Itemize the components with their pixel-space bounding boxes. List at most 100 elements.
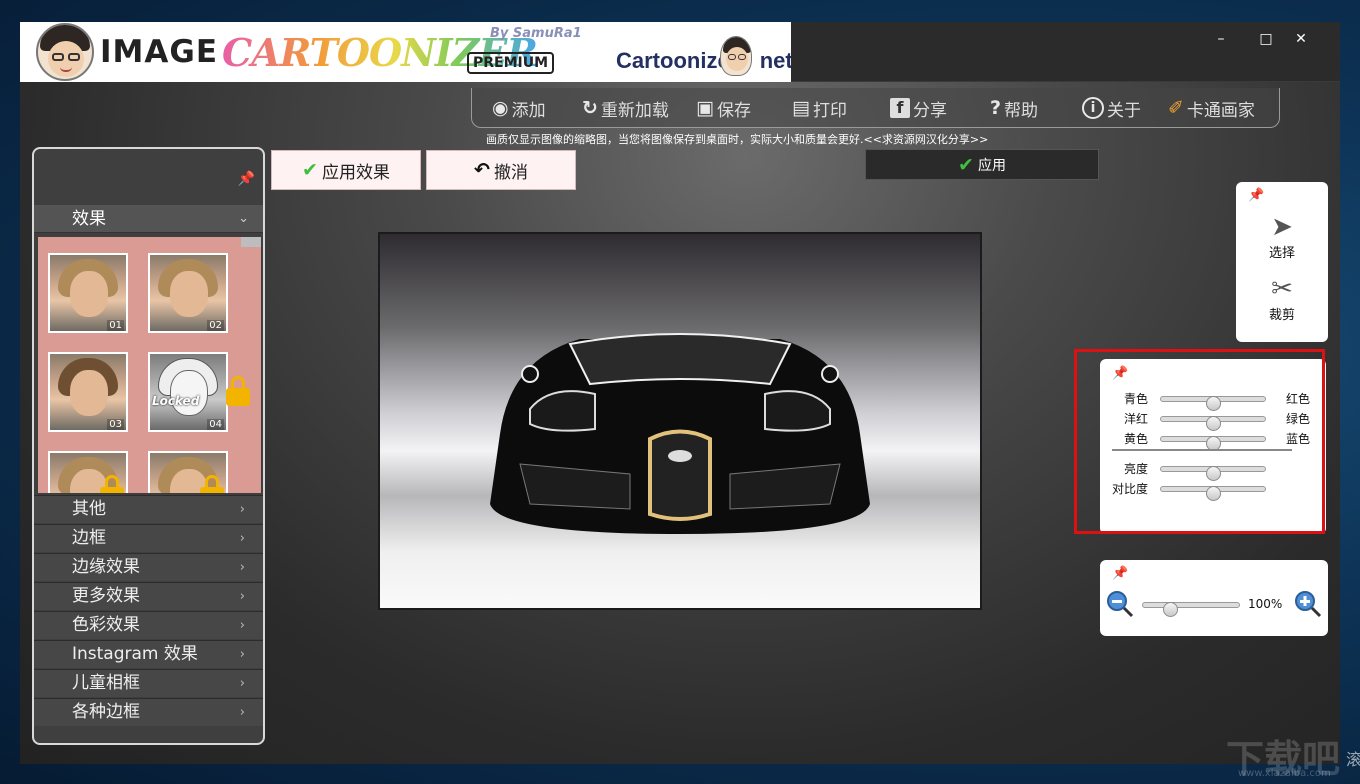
effects-category-header[interactable]: 效果 ⌄	[34, 205, 263, 233]
quality-hint-text: 画质仅显示图像的缩略图，当您将图像保存到桌面时，实际大小和质量会更好.<<求资源…	[486, 133, 989, 146]
logo-edition-badge: PREMIUM	[467, 52, 555, 74]
logo-word-image: IMAGE	[100, 34, 218, 70]
category-label: 儿童相框	[72, 673, 140, 693]
category-other[interactable]: 其他 ›	[34, 495, 263, 523]
apply-effect-button[interactable]: ✔ 应用效果	[271, 150, 421, 190]
desktop-edge-glyph: 滚	[1346, 750, 1360, 769]
zoom-panel: 📌 100%	[1100, 560, 1328, 636]
checkmark-icon: ✔	[958, 153, 974, 176]
apply-label: 应用	[977, 157, 1006, 174]
effect-thumbnail-grid: 01 02 03 Locked 04	[38, 237, 261, 493]
toolbar-about-button[interactable]: i 关于	[1082, 96, 1141, 121]
image-preview[interactable]	[378, 232, 982, 610]
logo-site-name: Cartoonize net	[616, 48, 791, 74]
site-watermark-url: www.xiazaiba.com	[1238, 768, 1331, 779]
cartoonized-car-image	[490, 333, 870, 534]
pin-icon[interactable]: 📌	[1112, 566, 1128, 581]
pin-icon[interactable]: 📌	[238, 171, 255, 187]
question-icon: ?	[990, 97, 1002, 119]
main-toolbar: ◉ 添加 ↻ 重新加载 ▣ 保存 ▤ 打印 f 分享 ? 帮助 i 关于 ✐ 卡	[471, 88, 1280, 128]
toolbar-reload-button[interactable]: ↻ 重新加载	[582, 96, 669, 121]
toolbar-print-button[interactable]: ▤ 打印	[792, 96, 847, 121]
category-label: 边框	[72, 528, 106, 548]
title-bar: IMAGE CARTOONIZER By SamuRa1 PREMIUM Car…	[20, 22, 1340, 82]
thumbnail-number: 02	[207, 320, 224, 331]
pin-icon[interactable]: 📌	[1248, 188, 1264, 203]
category-label: 更多效果	[72, 586, 140, 606]
category-edge-effects[interactable]: 边缘效果 ›	[34, 553, 263, 581]
printer-icon: ▤	[792, 97, 810, 119]
lock-icon	[226, 376, 250, 406]
chevron-right-icon: ›	[239, 647, 245, 662]
cartoon-avatar-left	[36, 23, 94, 81]
cartoon-avatar-right	[720, 36, 752, 76]
effect-thumbnail[interactable]: 02	[148, 253, 228, 333]
chevron-right-icon: ›	[239, 676, 245, 691]
category-color-effects[interactable]: 色彩效果 ›	[34, 611, 263, 639]
slider-knob[interactable]	[1163, 602, 1178, 617]
category-frame[interactable]: 边框 ›	[34, 524, 263, 552]
zoom-out-icon[interactable]	[1106, 590, 1134, 618]
crop-tool-label: 裁剪	[1268, 308, 1295, 323]
toolbar-add-label: 添加	[511, 100, 546, 121]
logo-byline: By SamuRa1	[490, 26, 582, 41]
app-window: IMAGE CARTOONIZER By SamuRa1 PREMIUM Car…	[20, 22, 1340, 764]
toolbar-help-label: 帮助	[1004, 100, 1039, 121]
toolbar-share-label: 分享	[913, 100, 947, 121]
category-label: 其他	[72, 499, 106, 519]
effect-thumbnail[interactable]: 03	[48, 352, 128, 432]
chevron-right-icon: ›	[239, 705, 245, 720]
lock-icon	[100, 475, 124, 493]
category-label: 各种边框	[72, 702, 140, 722]
crop-tool-button[interactable]: ✂ 裁剪	[1236, 274, 1328, 323]
chevron-right-icon: ›	[239, 589, 245, 604]
toolbar-help-button[interactable]: ? 帮助	[990, 96, 1039, 121]
crop-icon: ✂	[1271, 274, 1293, 304]
scrollbar-thumb[interactable]	[241, 237, 261, 247]
effect-thumbnail-locked[interactable]: Locked 04	[148, 352, 228, 432]
chevron-right-icon: ›	[239, 560, 245, 575]
toolbar-print-label: 打印	[812, 100, 847, 121]
select-tool-button[interactable]: ➤ 选择	[1236, 212, 1328, 261]
effect-thumbnail[interactable]: 01	[48, 253, 128, 333]
effects-header-label: 效果	[72, 209, 106, 229]
logo-site-part2: net	[759, 48, 791, 73]
tools-panel: 📌 ➤ 选择 ✂ 裁剪	[1236, 182, 1328, 342]
undo-label: 撤消	[493, 162, 528, 183]
toolbar-painter-button[interactable]: ✐ 卡通画家	[1168, 96, 1255, 121]
camera-add-icon: ◉	[492, 97, 509, 119]
category-more-effects[interactable]: 更多效果 ›	[34, 582, 263, 610]
checkmark-icon: ✔	[302, 159, 318, 181]
chevron-right-icon: ›	[239, 502, 245, 517]
info-icon: i	[1082, 97, 1104, 119]
toolbar-save-button[interactable]: ▣ 保存	[696, 96, 751, 121]
red-highlight-box	[1074, 349, 1325, 534]
logo-site-part1: Cartoonize	[616, 48, 730, 73]
toolbar-share-button[interactable]: f 分享	[890, 96, 947, 121]
locked-label: Locked	[152, 394, 200, 408]
chevron-down-icon: ⌄	[238, 211, 249, 226]
reload-icon: ↻	[582, 97, 598, 119]
category-label: Instagram 效果	[72, 644, 198, 664]
category-kids-frames[interactable]: 儿童相框 ›	[34, 669, 263, 697]
thumbnail-number: 04	[207, 419, 224, 430]
save-icon: ▣	[696, 97, 714, 119]
zoom-in-icon[interactable]	[1294, 590, 1322, 618]
zoom-slider[interactable]	[1142, 602, 1240, 617]
maximize-button[interactable]: □	[1249, 28, 1283, 50]
minimize-button[interactable]: –	[1204, 28, 1238, 50]
toolbar-add-button[interactable]: ◉ 添加	[492, 96, 546, 121]
apply-button[interactable]: ✔ 应用	[865, 149, 1099, 180]
category-various-frames[interactable]: 各种边框 ›	[34, 698, 263, 726]
toolbar-reload-label: 重新加载	[600, 100, 669, 121]
thumbnail-number: 01	[107, 320, 124, 331]
toolbar-about-label: 关于	[1107, 100, 1141, 121]
chevron-right-icon: ›	[239, 618, 245, 633]
close-button[interactable]: ✕	[1284, 28, 1318, 50]
undo-button[interactable]: ↶ 撤消	[426, 150, 576, 190]
category-instagram-effects[interactable]: Instagram 效果 ›	[34, 640, 263, 668]
toolbar-painter-label: 卡通画家	[1186, 100, 1255, 121]
category-label: 边缘效果	[72, 557, 140, 577]
undo-arrow-icon: ↶	[474, 159, 490, 181]
lock-icon	[200, 475, 224, 493]
